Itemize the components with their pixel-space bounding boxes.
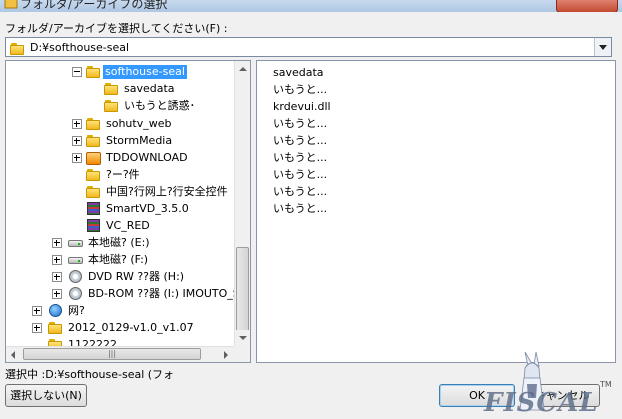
folder-icon — [48, 320, 64, 335]
folder-icon — [86, 167, 102, 182]
tree-item-label: StormMedia — [106, 134, 173, 147]
tree-item-2012-0129[interactable]: 2012_0129-v1.0_v1.07 — [6, 320, 234, 336]
tree-item-label: SmartVD_3.5.0 — [106, 202, 189, 215]
list-item[interactable]: いもうと... — [273, 150, 327, 166]
tree-item-network[interactable]: 网? — [6, 303, 234, 319]
tree-horizontal-scrollbar[interactable]: ||| — [6, 346, 234, 362]
file-list[interactable]: savedata いもうと... krdevui.dll いもうと... いもう… — [256, 60, 616, 363]
tree-item-label: 2012_0129-v1.0_v1.07 — [68, 321, 194, 334]
window-title: フォルダ/アーカイブの選択 — [20, 0, 168, 11]
tree-item-tddownload[interactable]: TDDOWNLOAD — [6, 150, 234, 166]
tree-item-label: いもうと誘惑･ — [124, 99, 196, 112]
ok-button[interactable]: OK — [439, 384, 515, 407]
folder-tree[interactable]: softhouse-seal savedata いもうと誘惑･ sohutv_w… — [5, 60, 251, 363]
tree-item-label: 网? — [68, 304, 85, 317]
expand-icon[interactable] — [32, 306, 42, 316]
drive-icon — [68, 235, 84, 250]
app-icon — [4, 0, 18, 10]
tree-item-label: 1122222 — [68, 338, 117, 346]
expand-icon[interactable] — [52, 238, 62, 248]
tree-item-unknown-folder[interactable]: ?ー?件 — [6, 167, 234, 183]
tddownload-folder-icon — [86, 150, 102, 165]
tree-vertical-scrollbar[interactable] — [234, 61, 250, 347]
tree-item-imouto[interactable]: いもうと誘惑･ — [6, 98, 234, 114]
tree-item-label: DVD RW ??器 (H:) — [88, 270, 185, 283]
tree-item-vc-red[interactable]: VC_RED — [6, 218, 234, 234]
folder-icon — [104, 81, 120, 96]
scroll-left-icon[interactable] — [6, 347, 22, 362]
tree-item-bd-drive[interactable]: BD-ROM ??器 (I:) IMOUTO_S — [6, 286, 234, 302]
scroll-thumb[interactable]: ||| — [23, 348, 201, 360]
chevron-down-icon[interactable] — [594, 38, 611, 56]
tree-item-label: VC_RED — [106, 219, 150, 232]
tree-item-label: sohutv_web — [106, 117, 172, 130]
folder-open-icon — [86, 64, 102, 79]
tree-item-softhouse-seal[interactable]: softhouse-seal — [6, 64, 234, 80]
folder-icon — [86, 184, 102, 199]
archive-icon — [86, 218, 102, 233]
list-item[interactable]: いもうと... — [273, 116, 327, 132]
tree-item-label: softhouse-seal — [103, 65, 187, 79]
tree-item-label: ?ー?件 — [106, 168, 140, 181]
tree-item-drive-e[interactable]: 本地磁? (E:) — [6, 235, 234, 251]
tree-item-label: 本地磁? (E:) — [88, 236, 150, 249]
tree-item-1122222[interactable]: 1122222 — [6, 337, 234, 346]
expand-icon[interactable] — [72, 119, 82, 129]
expand-icon[interactable] — [52, 272, 62, 282]
tree-item-label: BD-ROM ??器 (I:) IMOUTO_S — [88, 287, 234, 300]
list-item[interactable]: いもうと... — [273, 201, 327, 217]
tree-view: softhouse-seal savedata いもうと誘惑･ sohutv_w… — [6, 61, 234, 346]
folder-icon — [86, 133, 102, 148]
drive-icon — [68, 252, 84, 267]
archive-icon — [86, 201, 102, 216]
expand-icon[interactable] — [52, 289, 62, 299]
tree-item-label: savedata — [124, 82, 175, 95]
tree-item-dvd-drive[interactable]: DVD RW ??器 (H:) — [6, 269, 234, 285]
scroll-down-icon[interactable] — [235, 330, 250, 346]
collapse-icon[interactable] — [72, 67, 82, 77]
scroll-right-icon[interactable] — [218, 347, 234, 362]
folder-icon — [48, 337, 64, 346]
bd-drive-icon — [68, 286, 84, 301]
tree-item-bank-control[interactable]: 中国?行网上?行安全控件 — [6, 184, 234, 200]
tree-item-label: 本地磁? (F:) — [88, 253, 149, 266]
cancel-button[interactable]: キャンセル — [524, 384, 600, 407]
tree-item-drive-f[interactable]: 本地磁? (F:) — [6, 252, 234, 268]
path-value: D:¥softhouse-seal — [30, 41, 130, 54]
list-item[interactable]: savedata — [273, 65, 324, 81]
list-item[interactable]: いもうと... — [273, 82, 327, 98]
scrollbar-corner — [234, 346, 250, 362]
tree-item-label: TDDOWNLOAD — [106, 151, 188, 164]
list-item[interactable]: いもうと... — [273, 133, 327, 149]
tree-item-sohutv-web[interactable]: sohutv_web — [6, 116, 234, 132]
title-bar: フォルダ/アーカイブの選択 — [0, 0, 622, 12]
folder-icon — [104, 98, 120, 113]
path-combobox[interactable]: D:¥softhouse-seal — [5, 37, 612, 57]
expand-icon[interactable] — [72, 136, 82, 146]
tree-item-label: 中国?行网上?行安全控件 — [106, 185, 228, 198]
no-select-button[interactable]: 選択しない(N) — [5, 384, 87, 407]
expand-icon[interactable] — [32, 323, 42, 333]
scroll-up-icon[interactable] — [235, 61, 250, 77]
status-text: 選択中 :D:¥softhouse-seal (フォ — [5, 368, 175, 381]
folder-icon — [10, 41, 26, 56]
tree-item-smartvd[interactable]: SmartVD_3.5.0 — [6, 201, 234, 217]
folder-icon — [86, 116, 102, 131]
trademark-icon: TM — [600, 380, 612, 389]
list-item[interactable]: いもうと... — [273, 167, 327, 183]
close-button[interactable] — [556, 0, 618, 12]
network-icon — [48, 303, 64, 318]
expand-icon[interactable] — [72, 153, 82, 163]
list-item[interactable]: krdevui.dll — [273, 99, 331, 115]
tree-item-savedata[interactable]: savedata — [6, 81, 234, 97]
prompt-label: フォルダ/アーカイブを選択してください(F) : — [5, 22, 228, 35]
expand-icon[interactable] — [52, 255, 62, 265]
dvd-drive-icon — [68, 269, 84, 284]
list-item[interactable]: いもうと... — [273, 184, 327, 200]
tree-item-stormmedia[interactable]: StormMedia — [6, 133, 234, 149]
